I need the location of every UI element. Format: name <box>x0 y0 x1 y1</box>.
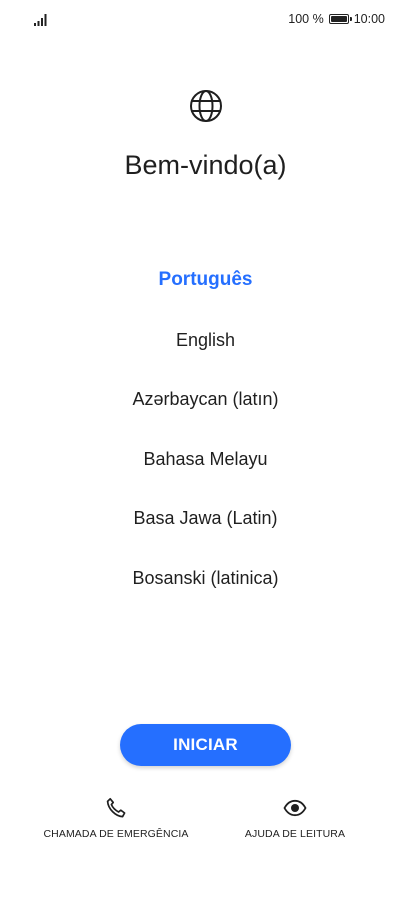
status-right: 100 % 10:00 <box>288 12 385 26</box>
start-button[interactable]: INICIAR <box>120 724 291 766</box>
emergency-call-button[interactable]: CHAMADA DE EMERGÊNCIA <box>36 796 196 840</box>
emergency-call-label: CHAMADA DE EMERGÊNCIA <box>43 828 189 840</box>
language-item[interactable]: Português <box>0 265 411 325</box>
clock: 10:00 <box>353 12 385 26</box>
language-item[interactable]: Bosanski (latinica) <box>0 563 411 623</box>
phone-icon <box>106 797 126 818</box>
battery-percent: 100 % <box>288 12 324 26</box>
language-item[interactable]: Basa Jawa (Latin) <box>0 503 411 563</box>
status-bar: 100 % 10:00 <box>0 0 411 40</box>
reading-aid-label: AJUDA DE LEITURA <box>244 828 346 840</box>
language-item[interactable]: Azərbaycan (latın) <box>0 384 411 444</box>
eye-icon <box>283 799 307 817</box>
globe-icon <box>190 90 222 122</box>
language-item[interactable]: English <box>0 325 411 385</box>
language-list: Português English Azərbaycan (latın) Bah… <box>0 265 411 622</box>
reading-aid-button[interactable]: AJUDA DE LEITURA <box>225 796 365 840</box>
welcome-screen: 100 % 10:00 Bem-vindo(a) Português Engli… <box>0 0 411 914</box>
battery-icon <box>328 14 352 24</box>
language-item[interactable]: Bahasa Melayu <box>0 444 411 504</box>
signal-icon <box>34 14 47 26</box>
page-title: Bem-vindo(a) <box>124 150 287 180</box>
